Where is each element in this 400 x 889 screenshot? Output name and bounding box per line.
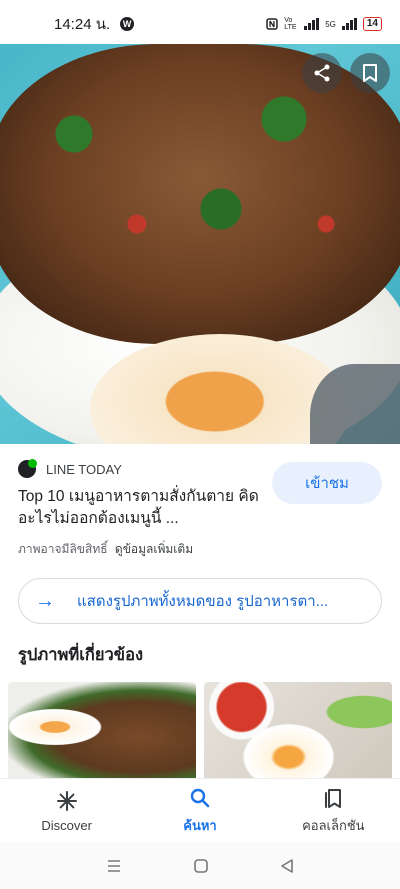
show-all-images-button[interactable]: → แสดงรูปภาพทั้งหมดของ รูปอาหารตา... [18, 578, 382, 624]
asterisk-icon [56, 790, 77, 811]
visit-button[interactable]: เข้าชม [272, 462, 382, 504]
related-image-2[interactable] [204, 682, 392, 782]
home-icon[interactable] [193, 858, 209, 874]
save-button[interactable] [350, 53, 390, 93]
nav-search[interactable]: ค้นหา [133, 779, 266, 843]
show-all-label: แสดงรูปภาพทั้งหมดของ รูปอาหารตา... [77, 593, 329, 610]
system-nav-bar [0, 842, 400, 889]
signal-icon-2 [341, 18, 357, 30]
share-button[interactable] [302, 53, 342, 93]
collections-icon [325, 788, 342, 808]
recents-icon[interactable] [106, 859, 122, 873]
line-today-logo-icon [18, 459, 37, 478]
nfc-icon [266, 18, 278, 30]
source-row[interactable]: LINE TODAY [18, 459, 122, 478]
nav-collections[interactable]: คอลเล็กชัน [267, 779, 400, 843]
arrow-right-icon: → [35, 589, 55, 612]
bottom-nav: Discover ค้นหา คอลเล็กชัน [0, 778, 400, 843]
w-app-icon: W [120, 17, 135, 31]
source-name: LINE TODAY [46, 461, 122, 477]
battery-icon: 14 [362, 17, 382, 31]
5g-label: 5G [325, 19, 336, 29]
basil-pork-shape [0, 44, 400, 344]
status-bar: 14:24 น. W Vo LTE 5G 14 [0, 0, 400, 48]
nav-search-label: ค้นหา [183, 817, 217, 833]
status-time: 14:24 น. [54, 16, 111, 33]
share-icon [314, 64, 330, 82]
back-icon[interactable] [280, 858, 294, 874]
more-info-link[interactable]: ดูข้อมูลเพิ่มเติม [115, 542, 193, 556]
related-heading: รูปภาพที่เกี่ยวข้อง [18, 646, 144, 664]
hero-image[interactable] [0, 44, 400, 444]
volte-label: Vo LTE [284, 17, 297, 31]
copyright-row: ภาพอาจมีลิขสิทธิ์ ดูข้อมูลเพิ่มเติม [18, 540, 193, 559]
related-image-1[interactable] [8, 682, 196, 782]
nav-discover[interactable]: Discover [0, 779, 133, 843]
signal-icon [304, 18, 320, 30]
result-title[interactable]: Top 10 เมนูอาหารตามสั่งกันตาย คิดอะไรไม่… [18, 486, 268, 530]
search-icon [190, 788, 210, 807]
copyright-text: ภาพอาจมีลิขสิทธิ์ [18, 542, 108, 556]
nav-discover-label: Discover [41, 817, 92, 833]
bookmark-icon [363, 64, 377, 82]
nav-collections-label: คอลเล็กชัน [302, 817, 365, 833]
